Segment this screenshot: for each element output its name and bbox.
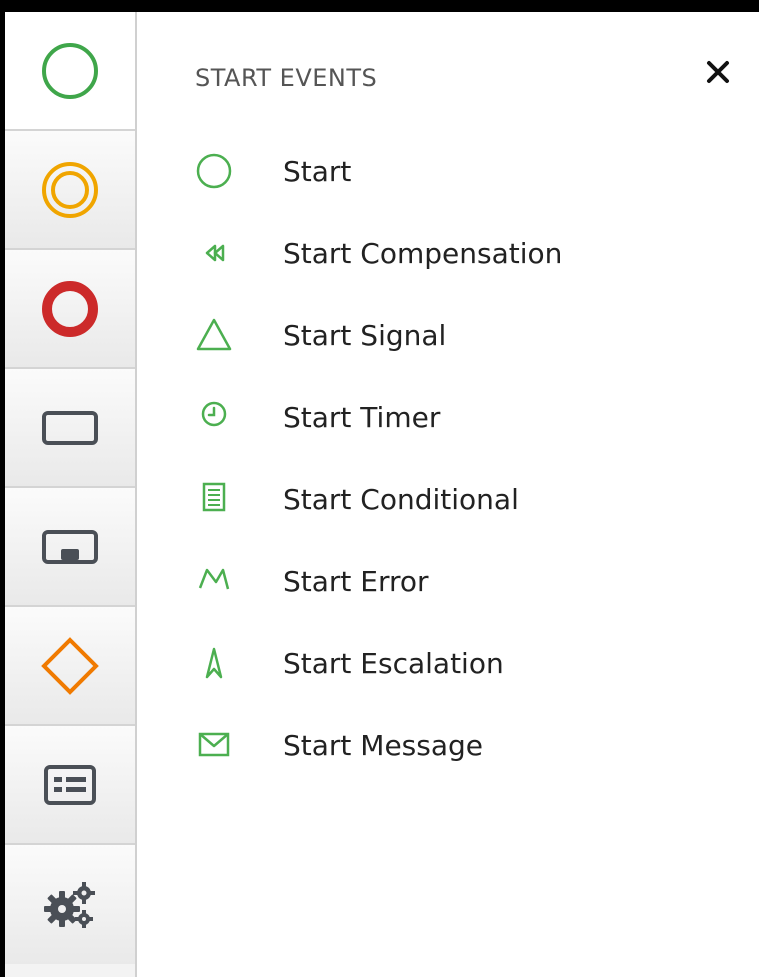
close-icon xyxy=(707,61,729,83)
start-events-panel: START EVENTS Start Start Compensation St… xyxy=(137,12,759,977)
category-containers[interactable] xyxy=(5,726,135,845)
category-start-events[interactable] xyxy=(5,12,135,131)
list-item-label: Start Signal xyxy=(283,318,447,352)
list-item-label: Start Timer xyxy=(283,400,441,434)
task-icon xyxy=(42,410,98,445)
list-item-label: Start Error xyxy=(283,564,429,598)
list-item-start-conditional[interactable]: Start Conditional xyxy=(189,458,562,540)
list-item-start-escalation[interactable]: Start Escalation xyxy=(189,622,562,704)
escalation-arrow-icon xyxy=(205,647,223,679)
category-intermediate-events[interactable] xyxy=(5,131,135,250)
list-item-label: Start Compensation xyxy=(283,236,563,270)
palette-window: START EVENTS Start Start Compensation St… xyxy=(5,12,759,977)
conditional-document-icon xyxy=(202,482,226,512)
gears-icon xyxy=(44,881,95,928)
list-item-start-error[interactable]: Start Error xyxy=(189,540,562,622)
compensation-icon xyxy=(205,244,225,262)
signal-triangle-icon xyxy=(196,318,232,351)
start-event-icon xyxy=(42,42,98,99)
timer-clock-icon xyxy=(201,401,227,427)
list-item-start-signal[interactable]: Start Signal xyxy=(189,294,562,376)
intermediate-event-icon xyxy=(42,161,98,218)
message-envelope-icon xyxy=(198,732,230,757)
category-gateways[interactable] xyxy=(5,607,135,726)
error-lightning-icon xyxy=(198,568,230,590)
panel-title: START EVENTS xyxy=(195,64,378,92)
subprocess-icon xyxy=(42,529,98,564)
close-button[interactable] xyxy=(702,56,734,88)
list-item-start-compensation[interactable]: Start Compensation xyxy=(189,212,562,294)
category-subprocesses[interactable] xyxy=(5,488,135,607)
list-item-start-message[interactable]: Start Message xyxy=(189,704,562,786)
start-events-list: Start Start Compensation Start Signal St… xyxy=(189,130,562,786)
list-item-start-timer[interactable]: Start Timer xyxy=(189,376,562,458)
list-item-label: Start Escalation xyxy=(283,646,504,680)
data-object-icon xyxy=(44,764,96,805)
list-item-start[interactable]: Start xyxy=(189,130,562,212)
list-item-label: Start Conditional xyxy=(283,482,519,516)
category-custom-tasks[interactable] xyxy=(5,845,135,964)
start-circle-icon xyxy=(196,153,232,189)
list-item-label: Start Message xyxy=(283,728,484,762)
palette-category-rail xyxy=(5,12,137,977)
category-end-events[interactable] xyxy=(5,250,135,369)
gateway-icon xyxy=(41,636,99,695)
category-tasks[interactable] xyxy=(5,369,135,488)
end-event-icon xyxy=(42,280,98,337)
list-item-label: Start xyxy=(283,154,352,188)
